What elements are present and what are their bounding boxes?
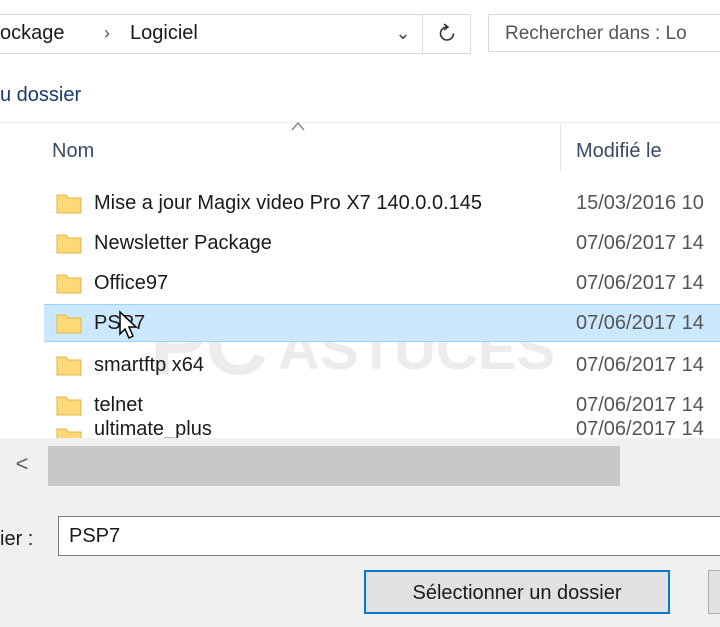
folder-icon (56, 428, 82, 438)
list-item[interactable]: Mise a jour Magix video Pro X7 140.0.0.1… (0, 184, 720, 222)
breadcrumb-separator[interactable]: › (104, 14, 110, 52)
file-name: Mise a jour Magix video Pro X7 140.0.0.1… (94, 192, 482, 214)
address-dropdown-icon[interactable]: ⌄ (388, 14, 418, 52)
file-date: 07/06/2017 14 (576, 354, 704, 376)
file-date: 07/06/2017 14 (576, 394, 704, 416)
select-folder-button[interactable]: Sélectionner un dossier (364, 570, 670, 614)
folder-icon (56, 314, 82, 334)
file-date: 15/03/2016 10 (576, 192, 704, 214)
scrollbar-thumb[interactable] (48, 446, 620, 486)
folder-icon (56, 356, 82, 376)
search-input[interactable]: Rechercher dans : Lo (488, 14, 720, 52)
refresh-button[interactable] (422, 14, 471, 52)
file-date: 07/06/2017 14 (576, 272, 704, 294)
list-item[interactable]: smartftp x64 07/06/2017 14 (0, 346, 720, 384)
file-date: 07/06/2017 14 (576, 232, 704, 254)
column-header-name[interactable]: Nom (52, 140, 94, 163)
new-folder-button[interactable]: u dossier (0, 84, 81, 107)
list-item-selected[interactable]: PSP7 07/06/2017 14 (44, 304, 720, 342)
folder-icon (56, 194, 82, 214)
refresh-icon (439, 23, 455, 41)
list-item[interactable]: telnet 07/06/2017 14 (0, 386, 720, 424)
mouse-cursor-icon (119, 310, 138, 340)
folder-icon (56, 274, 82, 294)
column-divider[interactable] (560, 124, 561, 172)
file-name: ultimate_plus (94, 420, 212, 438)
file-date: 07/06/2017 14 (576, 312, 704, 334)
toolbar-divider (0, 122, 720, 123)
list-item[interactable]: ultimate_plus 07/06/2017 14 (0, 420, 720, 438)
column-header-modified[interactable]: Modifié le (576, 140, 662, 163)
list-item[interactable]: Newsletter Package 07/06/2017 14 (0, 224, 720, 262)
file-name: Newsletter Package (94, 232, 272, 254)
folder-icon (56, 396, 82, 416)
file-name: telnet (94, 394, 143, 416)
sort-ascending-icon (291, 121, 305, 131)
breadcrumb-logiciel[interactable]: Logiciel (130, 14, 198, 52)
file-date: 07/06/2017 14 (576, 420, 704, 438)
filename-label: ier : (0, 528, 34, 550)
scroll-left-button[interactable]: < (0, 438, 44, 490)
list-item[interactable]: Office97 07/06/2017 14 (0, 264, 720, 302)
breadcrumb-package[interactable]: ockage (0, 14, 65, 52)
file-name: Office97 (94, 272, 169, 294)
folder-icon (56, 234, 82, 254)
cancel-button[interactable] (708, 570, 720, 614)
filename-input[interactable]: PSP7 (58, 516, 720, 556)
file-name: smartftp x64 (94, 354, 205, 376)
